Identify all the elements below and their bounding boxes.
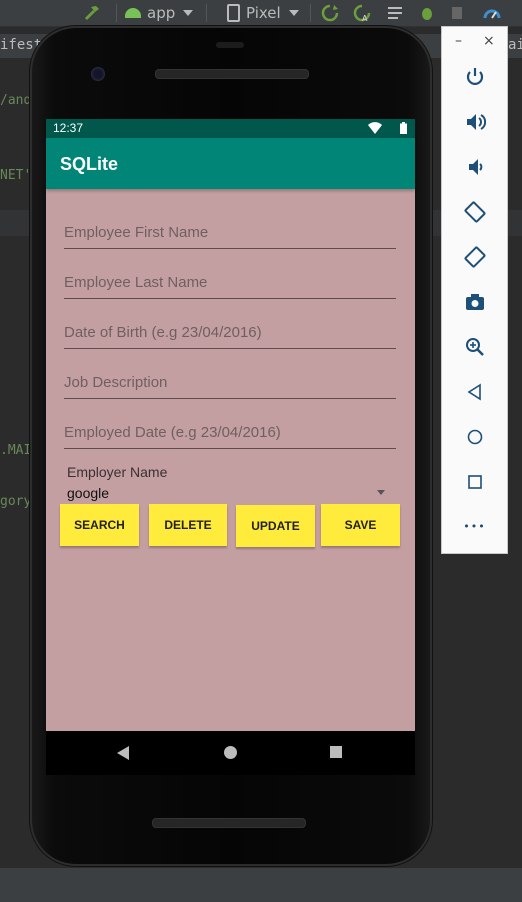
employer-spinner[interactable]: google [67,484,385,504]
svg-text:A: A [362,14,368,23]
employer-name-label: Employer Name [67,464,168,480]
zoom-icon[interactable] [442,329,507,365]
apply-code-changes-icon[interactable]: A [352,0,372,26]
chevron-down-icon [183,10,194,16]
app-title: SQLite [60,154,119,174]
code-fragment: .MAI [0,443,32,458]
nav-recents-icon[interactable] [330,746,342,758]
android-navigation-bar [46,731,415,775]
profiler-icon[interactable] [482,0,502,26]
device-screen: 12:37 SQLite Employer Name google SEARCH… [46,119,415,731]
bottom-speaker [152,818,306,828]
more-icon[interactable]: ••• [442,508,507,544]
front-camera [91,67,105,81]
home-icon[interactable] [442,419,507,455]
first-name-field-wrap [64,218,396,249]
wifi-icon [368,122,382,134]
rotate-left-icon[interactable] [442,194,507,230]
delete-button[interactable]: DELETE [149,504,227,546]
sync-icon[interactable] [386,0,404,26]
earpiece [216,42,244,48]
run-config-label: app [147,4,176,22]
overview-icon[interactable] [442,464,507,500]
status-time: 12:37 [53,121,84,135]
minimize-button[interactable]: – [455,33,462,49]
device-select[interactable]: Pixel [227,0,299,26]
dob-input[interactable] [64,318,396,346]
job-description-field-wrap [64,368,396,399]
nav-home-icon[interactable] [224,746,237,759]
editor-tab-right[interactable]: ai [508,37,522,53]
update-button[interactable]: UPDATE [236,505,315,547]
battery-icon [400,122,407,134]
status-bar: 12:37 [46,119,415,138]
attach-debugger-icon[interactable] [449,0,467,26]
first-name-input[interactable] [64,218,396,246]
job-description-input[interactable] [64,368,396,396]
apply-changes-icon[interactable] [320,0,340,26]
ide-status-area [0,868,522,902]
code-fragment: /and [0,93,32,108]
app-bar: SQLite [46,138,415,189]
android-icon [125,8,141,18]
power-icon[interactable] [442,59,507,95]
top-speaker [155,69,309,79]
device-icon [227,4,240,22]
ide-toolbar: app Pixel A [0,0,522,27]
debug-icon[interactable] [418,0,436,26]
volume-up-icon[interactable] [442,104,507,140]
device-label: Pixel [246,4,281,22]
volume-down-icon[interactable] [442,149,507,185]
nav-back-icon[interactable] [117,746,129,760]
emulator-toolbar: – × ••• [441,26,508,554]
search-button[interactable]: SEARCH [60,504,139,546]
rotate-right-icon[interactable] [442,239,507,275]
last-name-input[interactable] [64,268,396,296]
chevron-down-icon [288,10,299,16]
last-name-field-wrap [64,268,396,299]
run-config-select[interactable]: app [125,0,194,26]
employed-date-field-wrap [64,418,396,449]
code-fragment: NET' [0,168,32,183]
employer-spinner-value: google [67,485,110,501]
close-button[interactable]: × [483,33,495,49]
dropdown-arrow-icon [377,490,385,495]
employed-date-input[interactable] [64,418,396,446]
build-hammer-icon[interactable] [82,0,102,26]
back-icon[interactable] [442,374,507,410]
save-button[interactable]: SAVE [321,504,400,546]
dob-field-wrap [64,318,396,349]
camera-icon[interactable] [442,284,507,320]
code-fragment: gory [0,494,32,509]
